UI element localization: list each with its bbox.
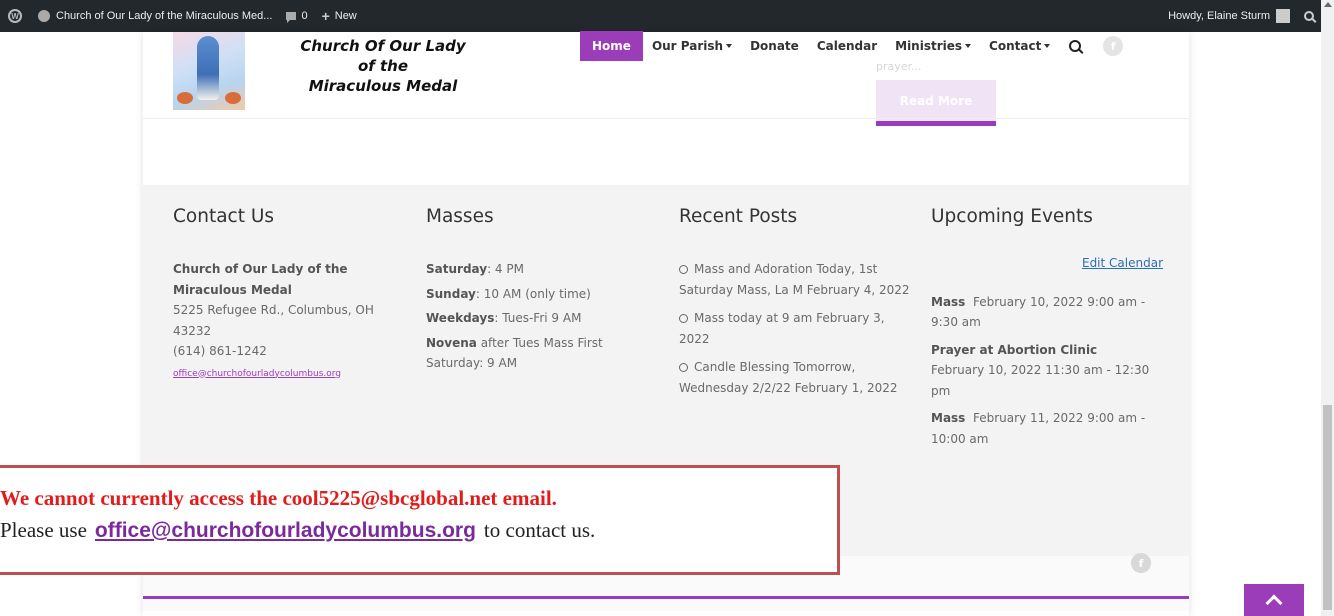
nav-contact[interactable]: Contact — [980, 32, 1059, 60]
plus-icon: + — [321, 8, 330, 24]
virgin-mary-figure — [197, 36, 219, 100]
nav-contact-label: Contact — [989, 39, 1042, 53]
event-item[interactable]: Mass February 10, 2022 9:00 am - 9:30 am — [931, 292, 1163, 333]
nav-our-parish[interactable]: Our Parish — [643, 32, 741, 60]
excerpt-fragment: prayer... — [876, 60, 922, 73]
upcoming-events-widget: Upcoming Events Edit Calendar Mass Febru… — [931, 205, 1163, 456]
nav-calendar[interactable]: Calendar — [808, 32, 886, 60]
sunday-time: : 10 AM (only time) — [475, 286, 591, 301]
comment-icon — [286, 12, 297, 23]
notice-instruction: Please use office@churchofourladycolumbus… — [0, 514, 837, 547]
event-item[interactable]: Prayer at Abortion Clinic February 10, 20… — [931, 340, 1163, 402]
nav-home[interactable]: Home — [580, 31, 643, 61]
vertical-scrollbar[interactable] — [1321, 0, 1334, 616]
novena-label: Novena — [426, 335, 477, 350]
new-content-link[interactable]: + New — [322, 8, 357, 24]
roses-right — [225, 92, 241, 104]
saturday-label: Saturday — [426, 262, 488, 276]
nav-our-parish-label: Our Parish — [651, 39, 724, 53]
avatar[interactable] — [1276, 9, 1290, 23]
notice-prefix: Please use — [0, 518, 87, 542]
clock-icon — [679, 314, 688, 323]
nav-ministries-label: Ministries — [895, 39, 963, 53]
masses-title: Masses — [426, 206, 494, 227]
contact-church-name: Church of Our Lady of the Miraculous Med… — [173, 262, 348, 297]
event-name: Mass — [931, 411, 966, 425]
dashboard-icon — [38, 10, 50, 22]
comments-count: 0 — [301, 10, 308, 22]
recent-post-item[interactable]: Mass and Adoration Today, 1st Saturday M… — [679, 259, 911, 300]
site-name-link[interactable]: Church of Our Lady of the Miraculous Med… — [38, 10, 272, 22]
contact-email-link[interactable]: office@churchofourladycolumbus.org — [173, 369, 341, 379]
event-time: February 10, 2022 11:30 am - 12:30 pm — [931, 363, 1150, 398]
email-notice-box: We cannot currently access the cool5225@… — [0, 465, 840, 575]
wordpress-logo-icon[interactable]: W — [8, 9, 22, 23]
roses-left — [177, 92, 193, 104]
scroll-to-top-button[interactable] — [1244, 584, 1304, 616]
logo-line-2: of the — [357, 57, 409, 75]
clock-icon — [679, 265, 688, 274]
comments-link[interactable]: 0 — [286, 10, 308, 23]
event-name: Prayer at Abortion Clinic — [931, 342, 1098, 357]
facebook-icon[interactable]: f — [1103, 36, 1124, 56]
recent-post-item[interactable]: Candle Blessing Tomorrow, Wednesday 2/2/… — [679, 357, 911, 398]
scrollbar-thumb[interactable] — [1323, 405, 1332, 610]
notice-warning: We cannot currently access the cool5225@… — [0, 486, 557, 510]
main-navigation: Home Our Parish Donate Calendar Ministri… — [580, 31, 1124, 61]
masses-widget: Masses Saturday: 4 PM Sunday: 10 AM (onl… — [426, 205, 658, 378]
clock-icon — [679, 363, 688, 372]
recent-posts-widget: Recent Posts Mass and Adoration Today, 1… — [679, 205, 911, 406]
church-logo-image[interactable] — [173, 32, 245, 110]
recent-posts-title: Recent Posts — [679, 206, 798, 227]
recent-post-text: Mass today at 9 am February 3, 2022 — [679, 311, 885, 346]
weekdays-label: Weekdays — [426, 311, 495, 325]
nav-search-icon[interactable] — [1069, 40, 1082, 52]
recent-post-text: Candle Blessing Tomorrow, Wednesday 2/2/… — [679, 360, 898, 395]
recent-post-text: Mass and Adoration Today, 1st Saturday M… — [679, 262, 910, 297]
upcoming-events-title: Upcoming Events — [931, 206, 1093, 227]
contact-phone: (614) 861-1242 — [173, 344, 267, 358]
user-greeting[interactable]: Howdy, Elaine Sturm — [1168, 10, 1270, 22]
saturday-time: : 4 PM — [487, 262, 524, 276]
read-more-button[interactable]: Read More — [876, 80, 996, 126]
logo-line-3: Miraculous Medal — [308, 77, 458, 95]
edit-calendar-link[interactable]: Edit Calendar — [931, 253, 1163, 274]
weekdays-time: : Tues-Fri 9 AM — [494, 311, 582, 325]
nav-donate[interactable]: Donate — [741, 32, 808, 60]
site-title: Church of Our Lady of the Miraculous Med… — [56, 10, 273, 22]
notice-suffix: to contact us. — [483, 518, 596, 542]
footer-facebook-icon[interactable]: f — [1131, 553, 1151, 573]
new-label: New — [334, 10, 357, 22]
event-item[interactable]: Mass February 11, 2022 9:00 am - 10:00 a… — [931, 408, 1163, 449]
header-divider — [143, 118, 1189, 119]
contact-widget: Contact Us Church of Our Lady of the Mir… — [173, 205, 405, 384]
contact-title: Contact Us — [173, 206, 275, 227]
site-logo-text[interactable]: Church Of Our Lady of the Miraculous Med… — [283, 36, 483, 96]
sunday-label: Sunday — [426, 286, 476, 301]
search-icon[interactable] — [1304, 11, 1314, 21]
admin-bar: W Church of Our Lady of the Miraculous M… — [0, 0, 1334, 32]
notice-email-link[interactable]: office@churchofourladycolumbus.org — [95, 519, 476, 542]
nav-ministries[interactable]: Ministries — [886, 32, 980, 60]
contact-address: 5225 Refugee Rd., Columbus, OH 43232 — [173, 303, 374, 338]
footer-bottom-rule — [143, 596, 1189, 599]
chevron-up-icon — [1265, 594, 1283, 612]
event-name: Mass — [931, 294, 966, 309]
logo-line-1: Church Of Our Lady — [300, 37, 466, 55]
recent-post-item[interactable]: Mass today at 9 am February 3, 2022 — [679, 308, 911, 349]
scroll-up-arrow-icon[interactable] — [1324, 2, 1332, 7]
